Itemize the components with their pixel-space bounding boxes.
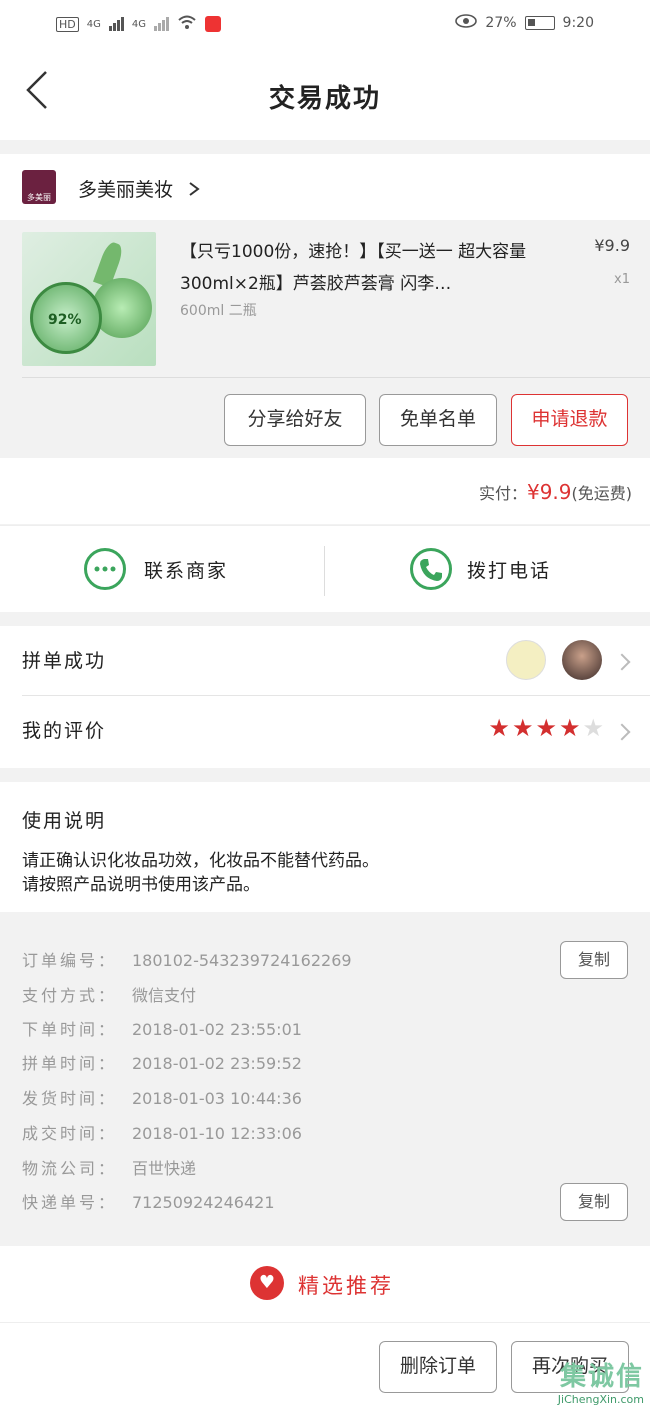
info-key: 快递单号：	[22, 1193, 118, 1212]
group-time: 2018-01-02 23:59:52	[132, 1054, 302, 1073]
delete-order-button[interactable]: 删除订单	[379, 1341, 497, 1393]
refund-button[interactable]: 申请退款	[511, 394, 628, 446]
divider	[22, 377, 650, 378]
avatar	[506, 640, 546, 680]
order-number-row: 订单编号： 180102-543239724162269	[22, 947, 352, 971]
product-title[interactable]: 【只亏1000份，速抢！】【买一送一 超大容量300ml×2瓶】芦荟胶芦荟膏 闪…	[180, 236, 560, 300]
usage-title: 使用说明	[22, 810, 107, 832]
shop-name[interactable]: 多美丽美妆	[78, 175, 201, 202]
contact-bar: 联系商家 拨打电话	[0, 525, 650, 612]
order-social-section: 拼单成功 我的评价 ★ ★ ★ ★ ★	[0, 626, 650, 768]
notification-app-icon	[205, 16, 221, 32]
group-time-row: 拼单时间： 2018-01-02 23:59:52	[22, 1050, 302, 1074]
order-time-row: 下单时间： 2018-01-02 23:55:01	[22, 1016, 302, 1040]
ship-time: 2018-01-03 10:44:36	[132, 1089, 302, 1108]
product-quantity: x1	[614, 272, 630, 287]
payment-amount: ¥9.9	[526, 480, 572, 504]
deal-time: 2018-01-10 12:33:06	[132, 1124, 302, 1143]
info-key: 订单编号：	[22, 951, 118, 970]
hd-indicator: HD	[56, 16, 79, 32]
call-label: 拨打电话	[467, 560, 552, 582]
payment-method: 微信支付	[132, 986, 197, 1005]
my-review-label: 我的评价	[22, 720, 107, 742]
product-image-tub-open	[92, 278, 152, 338]
chat-icon	[84, 548, 126, 590]
payment-summary: 实付：¥9.9(免运费)	[0, 458, 650, 524]
star-filled-icon: ★	[488, 714, 510, 742]
watermark-logo: 集诚信	[559, 1362, 644, 1392]
page-title: 交易成功	[268, 84, 381, 114]
status-bar: HD 4G 4G 27% 9:20	[0, 0, 650, 52]
info-key: 成交时间：	[22, 1124, 118, 1143]
star-filled-icon: ★	[535, 714, 557, 742]
eye-icon	[455, 14, 478, 32]
rating-stars: ★ ★ ★ ★ ★	[488, 714, 604, 742]
signal-icon-2	[154, 17, 169, 31]
network-type-2: 4G	[131, 18, 146, 30]
battery-percent: 27%	[485, 15, 517, 31]
payment-line: 实付：¥9.9(免运费)	[479, 480, 632, 504]
watermark-url: JiChengXin.com	[557, 1393, 644, 1406]
recommend-label: 精选推荐	[298, 1274, 394, 1298]
phone-icon	[410, 548, 452, 590]
battery-icon	[524, 16, 555, 30]
shop-logo-text: 多美丽	[27, 193, 51, 202]
network-type-1: 4G	[86, 18, 101, 30]
copy-order-number-button[interactable]: 复制	[560, 941, 628, 979]
order-info: 订单编号： 180102-543239724162269 支付方式： 微信支付 下单…	[0, 927, 650, 1232]
ship-time-row: 发货时间： 2018-01-03 10:44:36	[22, 1085, 302, 1109]
my-review-row[interactable]: 我的评价 ★ ★ ★ ★ ★	[22, 696, 650, 766]
logistics-company-row: 物流公司： 百世快递	[22, 1155, 196, 1179]
wifi-icon	[177, 14, 197, 34]
payment-note: (免运费)	[571, 484, 633, 503]
shop-name-label: 多美丽美妆	[78, 179, 174, 201]
group-success-row[interactable]: 拼单成功	[22, 626, 650, 696]
group-success-label: 拼单成功	[22, 650, 107, 672]
payment-label: 实付：	[478, 484, 527, 503]
signal-icon	[108, 17, 124, 31]
product-price: ¥9.9	[594, 236, 630, 255]
tracking-number-row: 快递单号： 71250924246421	[22, 1189, 275, 1213]
usage-line-2: 请按照产品说明书使用该产品。	[22, 875, 260, 895]
product-image-text: 92%	[48, 312, 82, 328]
order-number: 180102-543239724162269	[132, 951, 352, 970]
product-spec: 600ml 二瓶	[180, 303, 257, 319]
info-key: 拼单时间：	[22, 1054, 118, 1073]
contact-merchant-label: 联系商家	[144, 560, 229, 582]
share-button[interactable]: 分享给好友	[224, 394, 366, 446]
info-key: 物流公司：	[22, 1159, 118, 1178]
usage-line-1: 请正确认识化妆品功效，化妆品不能替代药品。	[22, 851, 379, 871]
recommend-section[interactable]: ♥ 精选推荐	[0, 1246, 650, 1322]
order-time: 2018-01-02 23:55:01	[132, 1020, 302, 1039]
star-filled-icon: ★	[511, 714, 534, 742]
chevron-right-icon	[613, 653, 631, 671]
shop-header[interactable]: 多美丽 多美丽美妆	[0, 154, 650, 220]
call-button[interactable]: 拨打电话	[325, 526, 650, 613]
payment-method-row: 支付方式： 微信支付	[22, 982, 196, 1006]
info-key: 发货时间：	[22, 1089, 118, 1108]
product-card[interactable]: 92% 【只亏1000份，速抢！】【买一送一 超大容量300ml×2瓶】芦荟胶芦…	[0, 220, 650, 458]
info-key: 支付方式：	[22, 986, 118, 1005]
chevron-right-icon	[189, 182, 200, 196]
avatar	[562, 640, 602, 680]
star-empty-icon: ★	[582, 714, 604, 742]
shop-logo: 多美丽	[22, 170, 56, 204]
tracking-number: 71250924246421	[132, 1193, 275, 1212]
star-filled-icon: ★	[558, 714, 581, 742]
copy-tracking-number-button[interactable]: 复制	[560, 1183, 628, 1221]
heart-icon: ♥	[250, 1266, 284, 1300]
nav-bar: 交易成功	[0, 52, 650, 140]
info-key: 下单时间：	[22, 1020, 118, 1039]
usage-instructions: 使用说明 请正确认识化妆品功效，化妆品不能替代药品。 请按照产品说明书使用该产品…	[0, 782, 650, 912]
footer-actions: 删除订单 再次购买 集诚信 JiChengXin.com	[0, 1322, 650, 1408]
deal-time-row: 成交时间： 2018-01-10 12:33:06	[22, 1120, 302, 1144]
chevron-right-icon	[613, 723, 631, 741]
product-image[interactable]: 92%	[22, 232, 156, 366]
logistics-company: 百世快递	[132, 1159, 197, 1178]
watermark: 集诚信 JiChengXin.com	[558, 1356, 644, 1406]
contact-merchant-button[interactable]: 联系商家	[0, 526, 324, 613]
clock: 9:20	[562, 15, 594, 31]
free-list-button[interactable]: 免单名单	[379, 394, 497, 446]
